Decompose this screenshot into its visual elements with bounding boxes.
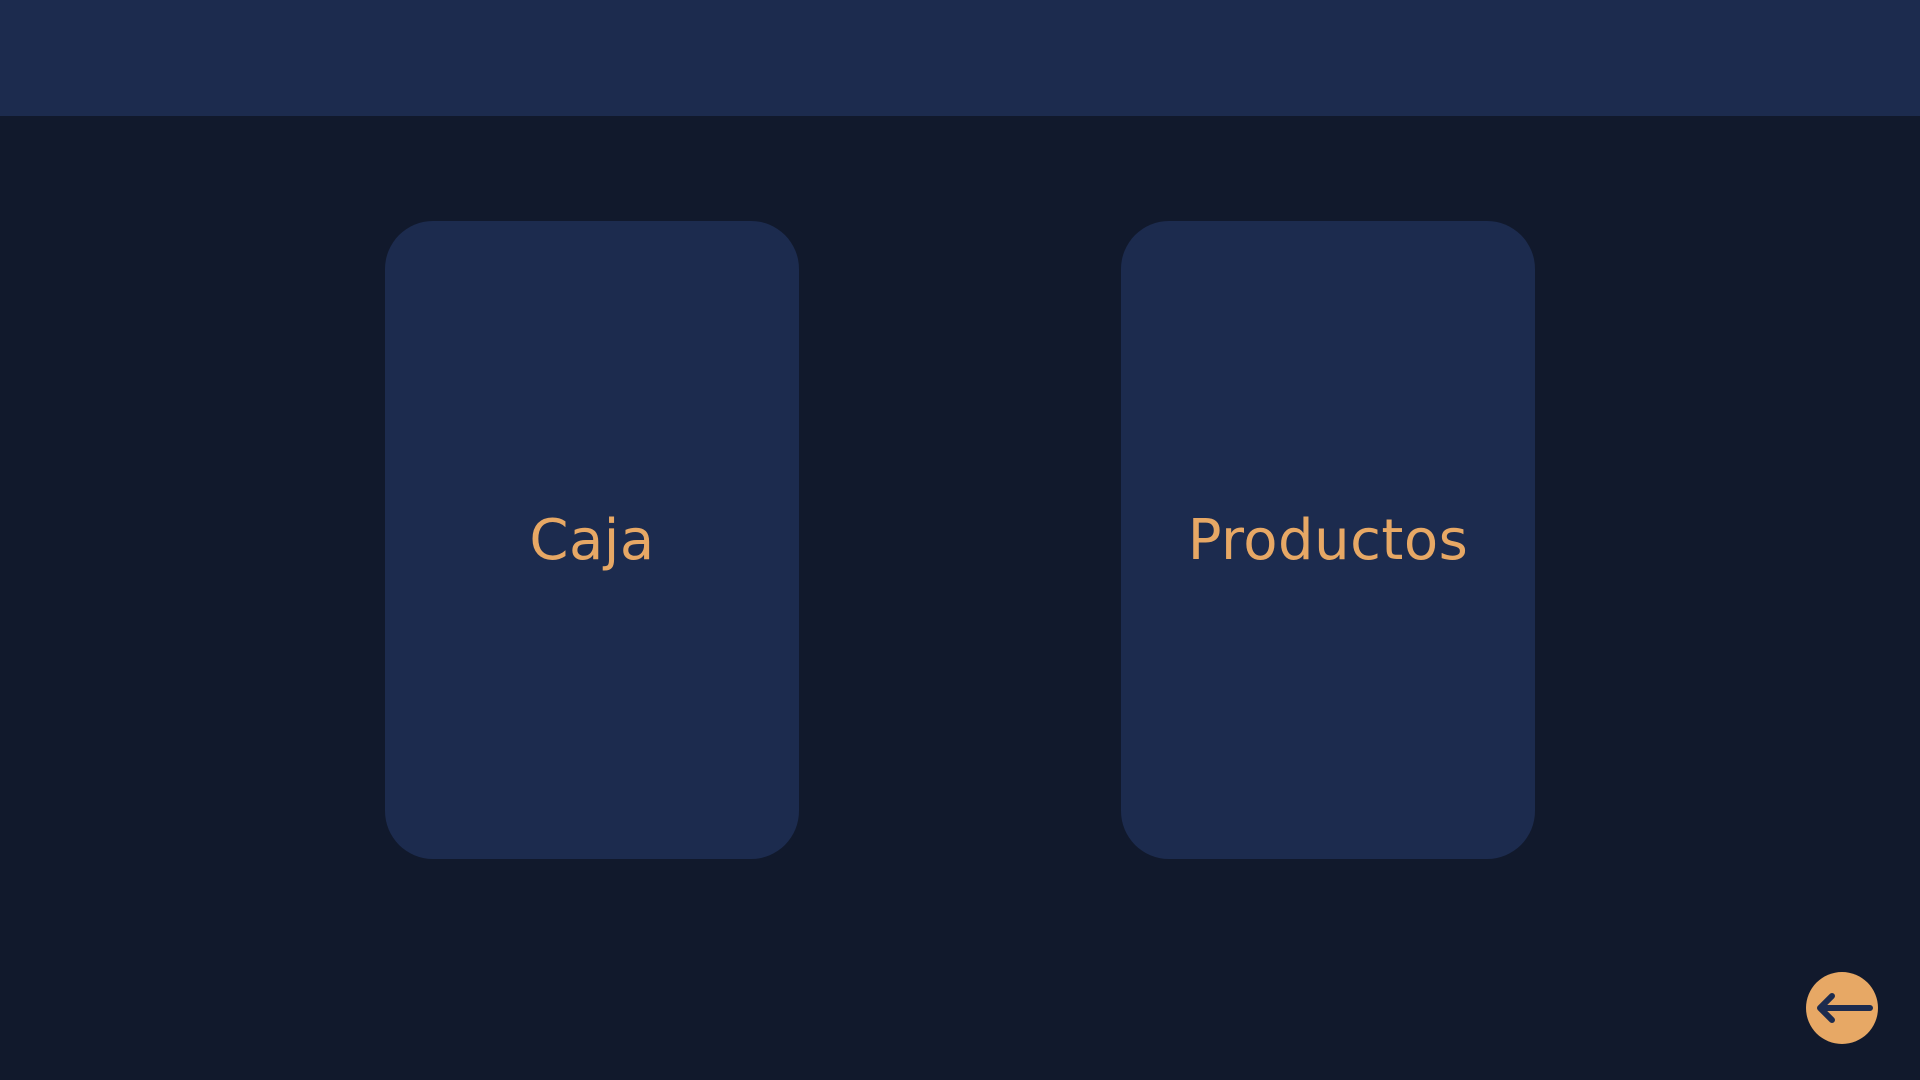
top-bar (0, 0, 1920, 116)
caja-card[interactable]: Caja (385, 221, 799, 859)
back-button[interactable] (1806, 972, 1878, 1044)
productos-card[interactable]: Productos (1121, 221, 1535, 859)
productos-card-label: Productos (1187, 507, 1469, 573)
arrow-left-icon (1817, 993, 1873, 1023)
caja-card-label: Caja (529, 507, 655, 573)
